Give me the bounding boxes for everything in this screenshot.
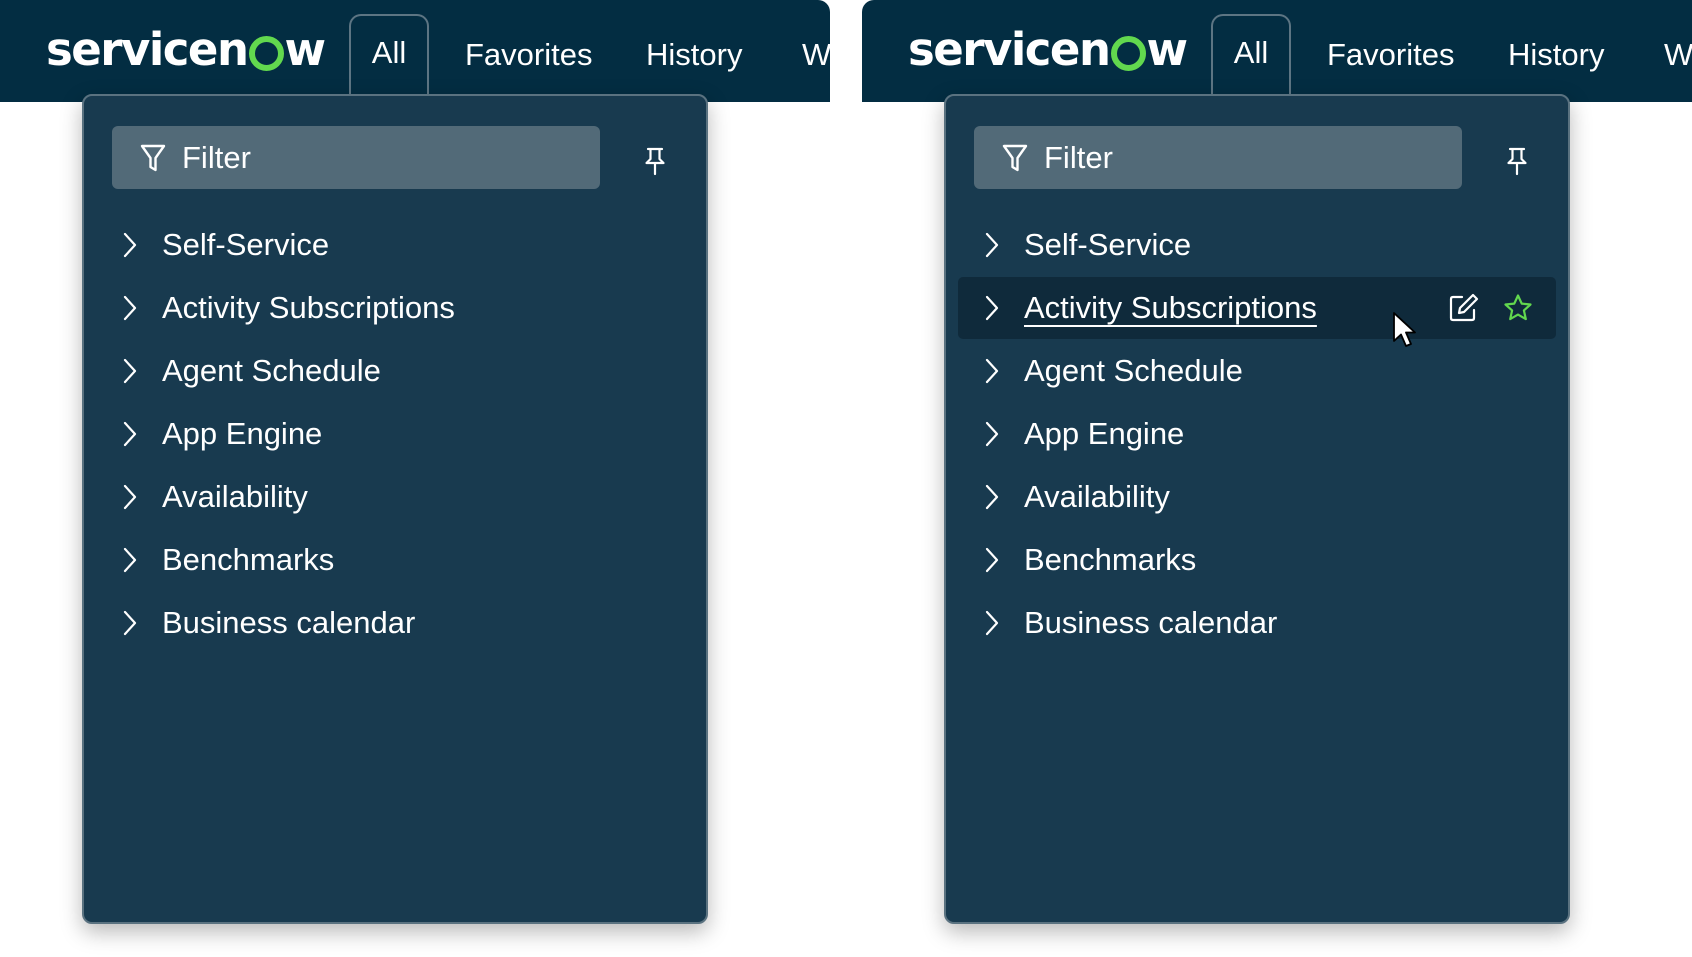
all-menu-dropdown: Filter Self-Service Activity Subscriptio…	[82, 94, 708, 924]
tab-history[interactable]: History	[646, 18, 742, 92]
header-bar: servicen w All Favorites History W	[862, 0, 1692, 102]
menu-item-activity-subscriptions[interactable]: Activity Subscriptions	[96, 277, 694, 339]
all-menu-dropdown: Filter Self-Service Activity Subscriptio…	[944, 94, 1570, 924]
nav-panel-hover: servicen w All Favorites History W Filter…	[862, 0, 1692, 957]
servicenow-logo[interactable]: servicen w	[908, 18, 1188, 80]
menu-item-app-engine[interactable]: App Engine	[958, 403, 1556, 465]
tab-favorites[interactable]: Favorites	[1327, 18, 1454, 92]
menu-item-label: Business calendar	[1024, 605, 1278, 640]
menu-item-label: Business calendar	[162, 605, 416, 640]
menu-item-availability[interactable]: Availability	[96, 466, 694, 528]
tab-all[interactable]: All	[349, 14, 429, 102]
chevron-right-icon	[123, 484, 137, 510]
filter-input[interactable]: Filter	[974, 126, 1462, 189]
header-bar: servicen w All Favorites History W	[0, 0, 830, 102]
chevron-right-icon	[123, 358, 137, 384]
menu-item-self-service[interactable]: Self-Service	[958, 214, 1556, 276]
chevron-right-icon	[985, 232, 999, 258]
menu-item-self-service[interactable]: Self-Service	[96, 214, 694, 276]
chevron-right-icon	[985, 547, 999, 573]
menu-item-label: Agent Schedule	[162, 353, 381, 388]
menu-item-label: Self-Service	[162, 227, 330, 262]
chevron-right-icon	[985, 610, 999, 636]
tab-all[interactable]: All	[1211, 14, 1291, 102]
star-icon[interactable]	[1503, 293, 1533, 323]
chevron-right-icon	[123, 421, 137, 447]
menu-item-agent-schedule[interactable]: Agent Schedule	[96, 340, 694, 402]
chevron-right-icon	[985, 421, 999, 447]
filter-placeholder: Filter	[1044, 139, 1113, 175]
chevron-right-icon	[123, 295, 137, 321]
menu-item-activity-subscriptions[interactable]: Activity Subscriptions	[958, 277, 1556, 347]
logo-o-ring	[248, 36, 284, 71]
menu-item-benchmarks[interactable]: Benchmarks	[958, 529, 1556, 591]
menu-item-business-calendar[interactable]: Business calendar	[96, 592, 694, 654]
chevron-right-icon	[123, 232, 137, 258]
menu-item-label: App Engine	[1024, 416, 1185, 451]
menu-item-label: Benchmarks	[1024, 542, 1197, 577]
menu-item-label: Availability	[162, 479, 308, 514]
menu-item-label: Activity Subscriptions	[1024, 290, 1317, 325]
filter-input[interactable]: Filter	[112, 126, 600, 189]
menu-item-benchmarks[interactable]: Benchmarks	[96, 529, 694, 591]
menu-item-availability[interactable]: Availability	[958, 466, 1556, 528]
tab-history[interactable]: History	[1508, 18, 1604, 92]
menu-item-label: Benchmarks	[162, 542, 335, 577]
tab-workspaces[interactable]: W	[1664, 18, 1692, 92]
menu-item-app-engine[interactable]: App Engine	[96, 403, 694, 465]
tab-workspaces[interactable]: W	[802, 18, 830, 92]
edit-icon[interactable]	[1448, 293, 1480, 323]
pin-icon[interactable]	[1506, 146, 1528, 176]
chevron-right-icon	[985, 358, 999, 384]
logo-o-ring	[1110, 36, 1146, 71]
chevron-right-icon	[123, 610, 137, 636]
menu-item-label: Agent Schedule	[1024, 353, 1243, 388]
servicenow-logo[interactable]: servicen w	[46, 18, 326, 80]
menu-item-label: Availability	[1024, 479, 1170, 514]
menu-item-business-calendar[interactable]: Business calendar	[958, 592, 1556, 654]
chevron-right-icon	[985, 484, 999, 510]
filter-placeholder: Filter	[182, 139, 251, 175]
chevron-right-icon	[985, 295, 999, 321]
filter-icon	[140, 144, 166, 171]
menu-item-label: App Engine	[162, 416, 323, 451]
chevron-right-icon	[123, 547, 137, 573]
menu-item-label: Self-Service	[1024, 227, 1192, 262]
nav-panel-default: servicen w All Favorites History W Filter…	[0, 0, 830, 957]
menu-item-agent-schedule[interactable]: Agent Schedule	[958, 340, 1556, 402]
menu-item-label: Activity Subscriptions	[162, 290, 455, 325]
filter-icon	[1002, 144, 1028, 171]
tab-favorites[interactable]: Favorites	[465, 18, 592, 92]
pin-icon[interactable]	[644, 146, 666, 176]
